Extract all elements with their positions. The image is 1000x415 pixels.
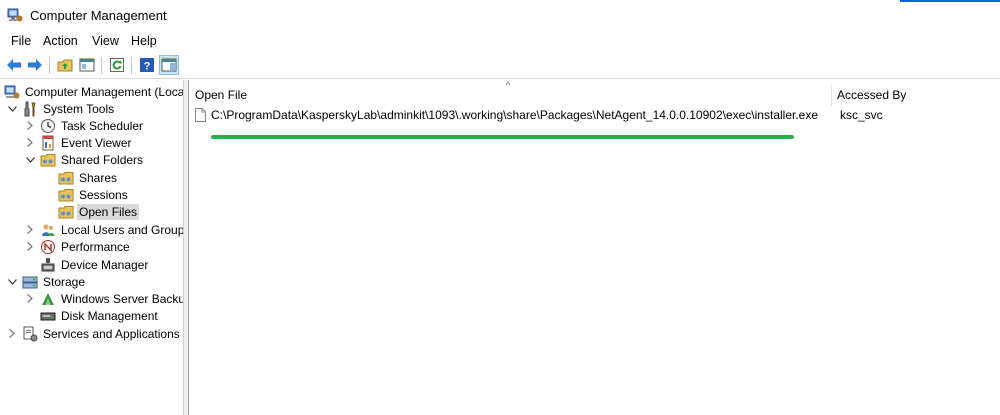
computer-management-icon: [7, 8, 23, 22]
show-hide-tree-button[interactable]: [77, 55, 97, 75]
tree-item-storage[interactable]: Storage: [6, 273, 87, 290]
green-underline-annotation: [211, 135, 794, 139]
tree-item-task-scheduler[interactable]: Task Scheduler: [24, 117, 145, 134]
shared-folder-icon: [58, 188, 74, 201]
menu-file[interactable]: File: [9, 34, 33, 48]
tree-item-system-tools[interactable]: System Tools: [6, 100, 116, 117]
tree-item-label: Local Users and Groups: [61, 222, 183, 237]
tree-item-label: Performance: [61, 239, 130, 254]
action-pane-icon: [161, 58, 177, 72]
refresh-icon: [110, 58, 124, 72]
backup-icon: [42, 292, 54, 305]
menu-action[interactable]: Action: [41, 34, 80, 48]
tree-item-label: Task Scheduler: [61, 118, 144, 133]
shared-folder-icon: [58, 205, 74, 218]
chevron-right-icon[interactable]: [24, 241, 36, 253]
forward-arrow-icon: [28, 59, 42, 71]
event-viewer-icon: [42, 135, 54, 150]
tree-item-services-and-applications[interactable]: Services and Applications: [6, 325, 182, 342]
tree-item-label: Services and Applications: [43, 326, 180, 341]
console-tree: Computer Management (Local System Tools …: [0, 80, 183, 415]
performance-icon: [41, 239, 55, 254]
column-header-label: Open File: [195, 88, 248, 102]
chevron-down-icon[interactable]: [6, 103, 18, 115]
clock-icon: [41, 118, 55, 133]
help-button[interactable]: ?: [137, 55, 157, 75]
chevron-right-icon[interactable]: [24, 224, 36, 236]
chevron-right-icon[interactable]: [24, 137, 36, 149]
tree-item-label: Storage: [43, 274, 86, 289]
back-button[interactable]: [4, 55, 24, 75]
services-icon: [23, 326, 38, 341]
tree-item-shares[interactable]: Shares: [58, 169, 119, 186]
toolbar-separator: [131, 57, 132, 74]
toolbar-separator: [101, 57, 102, 74]
menu-help[interactable]: Help: [129, 34, 159, 48]
disk-icon: [40, 312, 56, 320]
toolbar-separator: [49, 57, 50, 74]
svg-text:?: ?: [144, 61, 151, 73]
menu-view[interactable]: View: [90, 34, 121, 48]
forward-button[interactable]: [25, 55, 45, 75]
tree-item-label: Open Files: [77, 203, 140, 220]
storage-icon: [22, 276, 38, 288]
file-icon: [195, 108, 206, 122]
up-level-button[interactable]: [55, 55, 75, 75]
tree-item-device-manager[interactable]: Device Manager: [40, 256, 150, 273]
title-accent: [900, 0, 1000, 2]
tree-item-event-viewer[interactable]: Event Viewer: [24, 134, 133, 151]
tree-item-performance[interactable]: Performance: [24, 238, 132, 255]
tree-item-local-users-and-groups[interactable]: Local Users and Groups: [24, 221, 183, 238]
tree-item-label: Shares: [79, 170, 118, 185]
column-divider[interactable]: [831, 84, 832, 106]
chevron-down-icon[interactable]: [24, 154, 36, 166]
chevron-down-icon[interactable]: [6, 276, 18, 288]
menu-bar: File Action View Help: [0, 31, 1000, 51]
tree-item-label: Windows Server Backup: [61, 291, 183, 306]
device-manager-icon: [41, 257, 55, 271]
tree-item-label: Computer Management (Local: [25, 84, 183, 99]
users-icon: [42, 224, 55, 236]
results-pane: ^ Open File Accessed By C:\ProgramData\K…: [189, 80, 1000, 415]
title-bar: Computer Management: [0, 0, 1000, 31]
system-tools-icon: [24, 101, 36, 116]
tree-item-label: Event Viewer: [61, 135, 132, 150]
computer-management-icon: [4, 85, 20, 98]
tree-item-disk-management[interactable]: Disk Management: [40, 307, 160, 324]
show-hide-action-pane-button[interactable]: [159, 55, 179, 75]
column-header-label: Accessed By: [837, 88, 907, 102]
column-header-accessed-by[interactable]: Accessed By: [837, 84, 906, 106]
back-arrow-icon: [7, 59, 21, 71]
tree-item-label: Shared Folders: [61, 152, 144, 167]
shared-folder-icon: [40, 153, 56, 166]
tree-item-label: Disk Management: [61, 308, 158, 323]
tree-item-shared-folders[interactable]: Shared Folders: [24, 151, 145, 168]
chevron-right-icon[interactable]: [24, 293, 36, 305]
table-row[interactable]: C:\ProgramData\KasperskyLab\adminkit\109…: [189, 106, 1000, 124]
column-header-open-file[interactable]: Open File: [195, 84, 247, 106]
open-file-path: C:\ProgramData\KasperskyLab\adminkit\109…: [211, 108, 819, 122]
tree-item-label: Device Manager: [61, 257, 149, 272]
shared-folder-icon: [58, 171, 74, 184]
accessed-by-user: ksc_svc: [840, 108, 883, 122]
folder-up-icon: [57, 59, 73, 72]
chevron-right-icon[interactable]: [24, 120, 36, 132]
tree-item-computer-management[interactable]: Computer Management (Local: [4, 83, 183, 100]
tree-item-open-files[interactable]: Open Files: [58, 203, 140, 220]
tree-item-label: Sessions: [79, 187, 128, 202]
help-icon: ?: [140, 58, 154, 73]
tree-item-sessions[interactable]: Sessions: [58, 186, 130, 203]
tree-item-label: System Tools: [43, 101, 115, 116]
refresh-button[interactable]: [107, 55, 127, 75]
chevron-right-icon[interactable]: [6, 328, 18, 340]
sort-ascending-icon: ^: [506, 80, 511, 90]
console-tree-icon: [79, 58, 95, 72]
tree-item-windows-server-backup[interactable]: Windows Server Backup: [24, 290, 183, 307]
window-title: Computer Management: [30, 8, 167, 23]
toolbar: ?: [0, 52, 1000, 79]
